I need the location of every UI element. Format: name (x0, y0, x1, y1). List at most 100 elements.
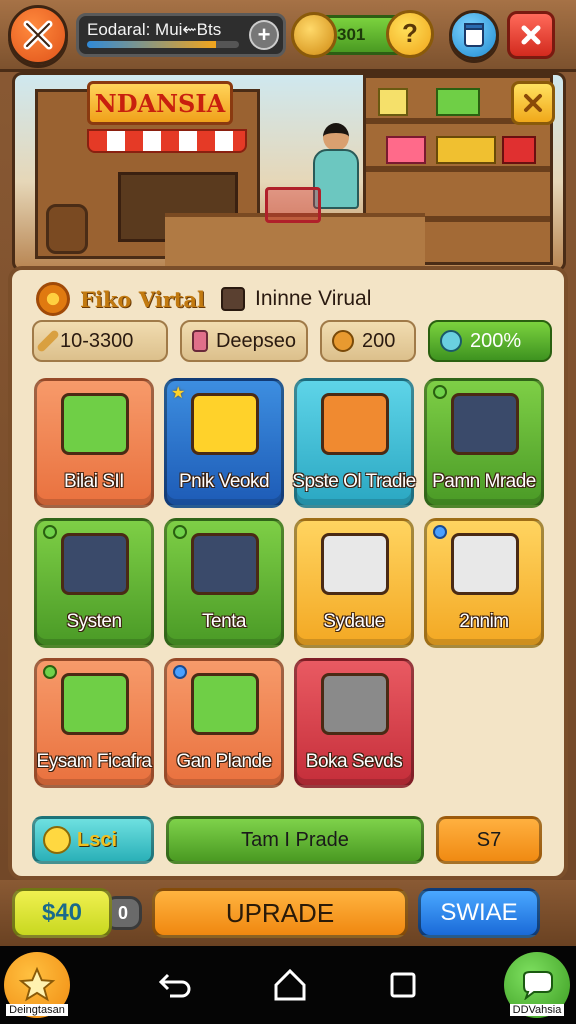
shop-awning (87, 129, 247, 153)
item-label: Pnik Veokd (178, 471, 270, 492)
item-label: Boka Sevds (305, 751, 403, 772)
star-badge-icon: ★ (171, 385, 186, 402)
trade-label: Tam I Prade (241, 828, 349, 851)
chat-icon (523, 971, 553, 1000)
item-label: Gan Plande (176, 751, 272, 772)
add-button[interactable]: + (249, 19, 279, 50)
new-badge-icon (173, 665, 187, 679)
title-progress-fill (87, 40, 217, 48)
stat-bread[interactable]: 200 (320, 320, 416, 362)
item-label: 2nnim (459, 611, 509, 632)
item-tile[interactable]: Boka Sevds (294, 658, 414, 788)
crate-icon (191, 673, 259, 735)
item-tile[interactable]: Tenta (164, 518, 284, 648)
new-badge-icon (43, 525, 57, 539)
coin-icon (291, 11, 337, 58)
star-icon (18, 966, 56, 1002)
mug-icon (321, 533, 389, 595)
cart-icon (265, 187, 321, 223)
bird-icon (43, 826, 71, 854)
new-badge-icon (173, 525, 187, 539)
cross-icon (23, 20, 53, 49)
swap-label: SWIAE (440, 899, 518, 926)
chat-button[interactable]: DDVahsia (504, 952, 570, 1018)
recents-icon[interactable] (388, 970, 418, 1000)
barrel-icon (46, 204, 88, 254)
item-tile[interactable]: ★ Pnik Veokd (164, 378, 284, 508)
count-value: 0 (117, 902, 128, 923)
storage-button[interactable] (449, 9, 499, 60)
top-bar: Eodaral: Mui⇜Bts + 301 ? (0, 0, 576, 72)
panel-title: Fiko Virtal (80, 286, 206, 312)
bottom-bar: $40 0 UPRADE SWIAE (0, 880, 576, 946)
favorites-button[interactable]: Deingtasan (4, 952, 70, 1018)
trade-button[interactable]: Tam I Prade (166, 816, 424, 864)
close-button[interactable] (507, 10, 555, 59)
new-badge-icon (433, 385, 447, 399)
item-tile[interactable]: Gan Plande (164, 658, 284, 788)
item-label: Systen (66, 611, 122, 632)
item-grid: Bilai SII ★ Pnik Veokd Spste Ol Tradie Pamn … (34, 378, 544, 788)
stat-value: 200 (362, 329, 396, 352)
shopping-cart-icon (191, 533, 259, 595)
swap-button[interactable]: SWIAE (418, 888, 540, 938)
exit-button[interactable] (8, 4, 68, 65)
item-label: Sydaue (323, 611, 385, 632)
item-tile[interactable]: Systen (34, 518, 154, 648)
item-tile[interactable]: Bilai SII (34, 378, 154, 508)
item-tile[interactable]: 2nnim (424, 518, 544, 648)
stat-basket[interactable]: Deepseo (180, 320, 308, 362)
help-label: ? (402, 18, 418, 48)
orange-gift-icon (321, 393, 389, 455)
s7-button[interactable]: S7 (436, 816, 542, 864)
item-tile[interactable]: Sydaue (294, 518, 414, 648)
game-screen: Eodaral: Mui⇜Bts + 301 ? NDANSIA Fiko Vi… (0, 0, 576, 1024)
gear-icon (36, 282, 70, 316)
soup-bowl-icon (61, 533, 129, 595)
coin-value: 301 (337, 24, 366, 44)
upgrade-button[interactable]: UPRADE (152, 888, 408, 938)
stats-row: 10-3300 Deepseo 200 200% (32, 320, 552, 362)
item-label: Pamn Mrade (432, 471, 536, 492)
home-icon[interactable] (272, 967, 308, 1003)
left-caption: Deingtasan (6, 1004, 68, 1016)
panel-subtitle: Ininne Virual (255, 287, 372, 310)
stat-wrench[interactable]: 10-3300 (32, 320, 168, 362)
stat-value: 200% (470, 329, 522, 352)
jar-icon (464, 22, 484, 47)
item-tile[interactable]: Spste Ol Tradie (292, 378, 416, 508)
panel-actions: Lsci Tam I Prade S7 (32, 816, 542, 864)
s7-label: S7 (476, 828, 502, 851)
lsci-button[interactable]: Lsci (32, 816, 154, 864)
close-icon (521, 25, 541, 44)
new-badge-icon (433, 525, 447, 539)
cash-display[interactable]: $40 (12, 888, 112, 938)
item-label: Tenta (202, 611, 246, 632)
item-tile[interactable]: Eysam Ficafra (34, 658, 154, 788)
inventory-panel: Fiko Virtal Ininne Virual 10-3300 Deepse… (8, 266, 568, 880)
stat-key[interactable]: 200% (428, 320, 552, 362)
coin-counter: 301 ? (291, 9, 434, 58)
help-button[interactable]: ? (386, 9, 434, 58)
shop-scene: NDANSIA (12, 72, 566, 272)
stat-value: 10-3300 (60, 329, 134, 352)
yellow-gift-box-icon (191, 393, 259, 455)
new-badge-icon (43, 665, 57, 679)
machine-icon (321, 673, 389, 735)
shop-sign: NDANSIA (87, 81, 233, 125)
scene-close-button[interactable] (511, 81, 555, 125)
item-label: Eysam Ficafra (36, 751, 152, 772)
panel-header: Fiko Virtal Ininne Virual (36, 282, 371, 316)
back-icon[interactable] (158, 971, 192, 999)
basket-icon (192, 330, 208, 352)
grid-icon (221, 287, 246, 311)
cash-value: $40 (41, 899, 83, 926)
title-progress-bar (87, 40, 239, 48)
key-icon (440, 330, 462, 352)
item-label: Bilai SII (64, 471, 124, 492)
item-tile[interactable]: Pamn Mrade (424, 378, 544, 508)
upgrade-label: UPRADE (225, 897, 335, 928)
green-box-icon (61, 393, 129, 455)
close-icon (524, 94, 542, 112)
cart-icon (61, 673, 129, 735)
